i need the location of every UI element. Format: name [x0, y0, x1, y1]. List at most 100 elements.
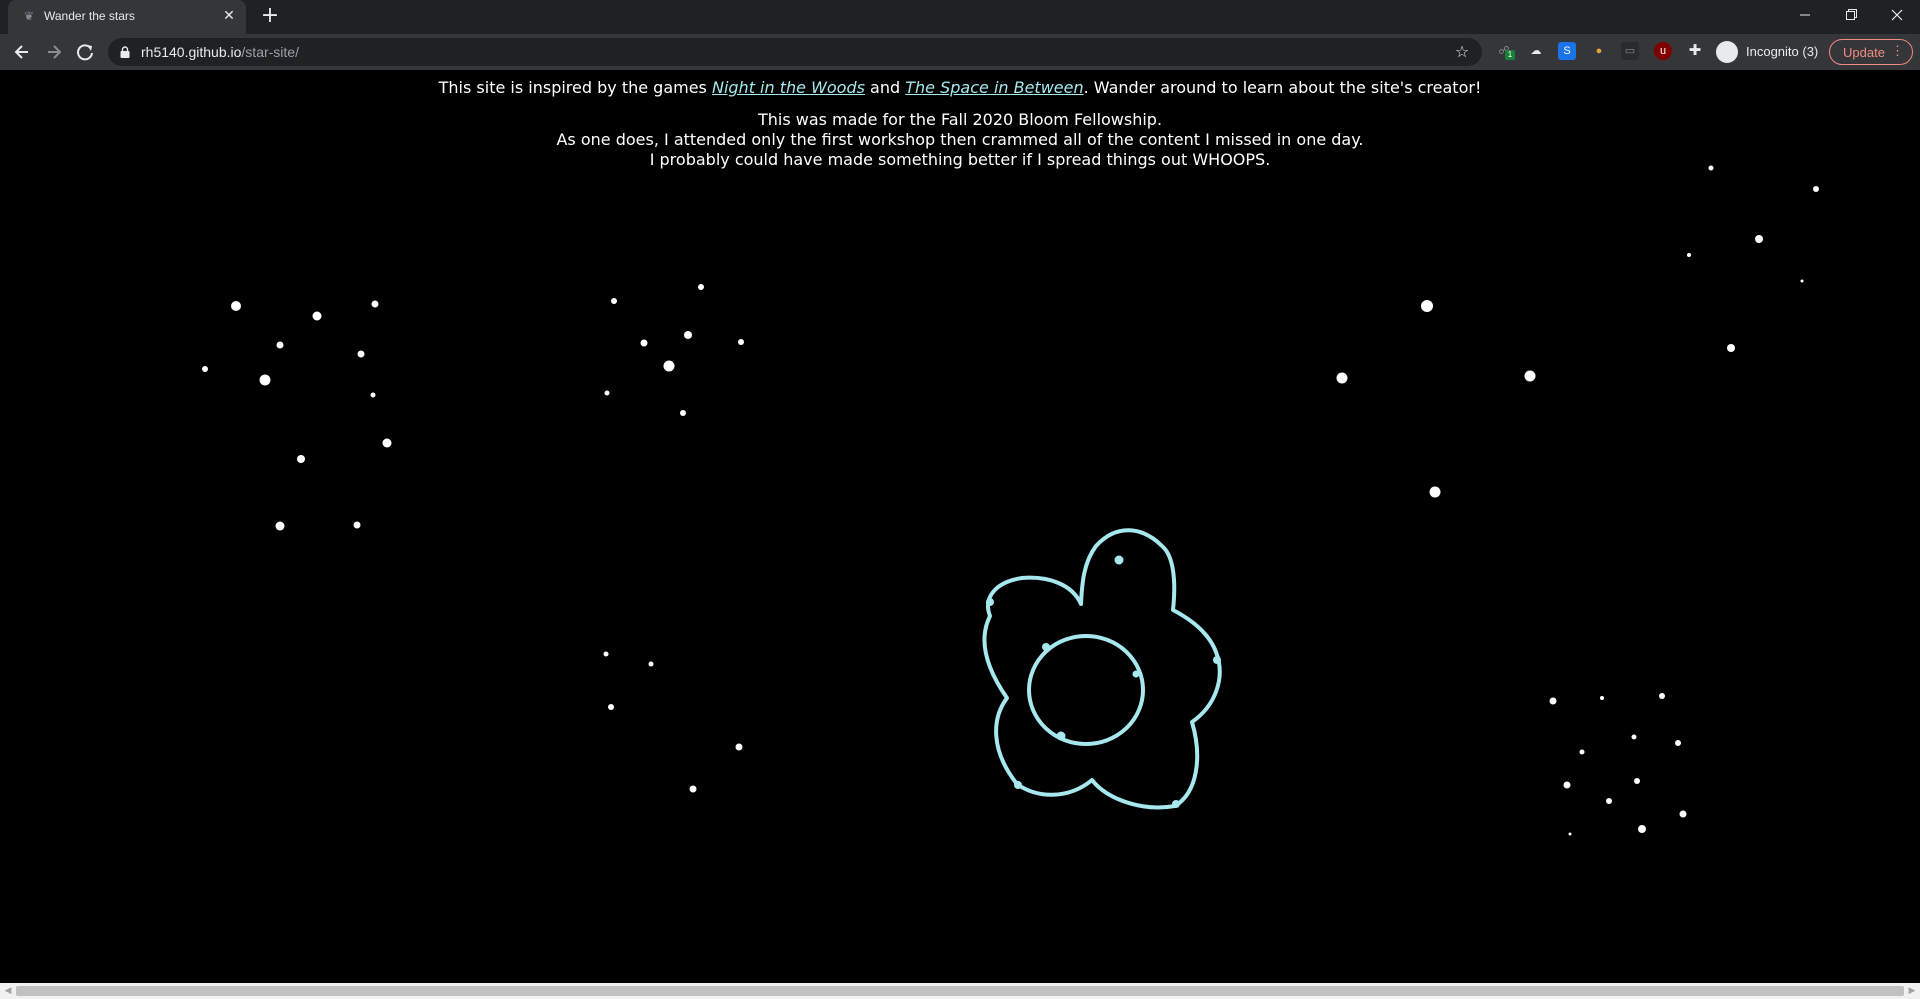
- star[interactable]: [371, 300, 379, 308]
- star[interactable]: [1679, 810, 1687, 818]
- star[interactable]: [1600, 696, 1604, 700]
- lock-icon: [120, 46, 130, 58]
- star[interactable]: [1631, 734, 1637, 740]
- night-in-the-woods-link[interactable]: Night in the Woods: [712, 78, 865, 97]
- star-cluster-1[interactable]: [202, 300, 392, 531]
- star[interactable]: [1675, 740, 1681, 746]
- close-window-button[interactable]: [1874, 0, 1920, 30]
- extension-ublock-icon[interactable]: u: [1654, 42, 1672, 60]
- scroll-right-icon[interactable]: ▶: [1906, 985, 1918, 997]
- star[interactable]: [1634, 778, 1640, 784]
- star[interactable]: [1014, 781, 1022, 789]
- star[interactable]: [297, 455, 305, 463]
- horizontal-scrollbar[interactable]: ◀ ▶: [0, 983, 1920, 999]
- star[interactable]: [986, 598, 994, 606]
- star[interactable]: [1336, 372, 1348, 384]
- extension-s-icon[interactable]: S: [1558, 42, 1576, 60]
- star[interactable]: [698, 284, 704, 290]
- restore-icon: [1846, 9, 1857, 20]
- star[interactable]: [370, 392, 376, 398]
- star[interactable]: [1687, 253, 1691, 257]
- restore-button[interactable]: [1828, 0, 1874, 30]
- star[interactable]: [1042, 643, 1050, 651]
- update-label: Update: [1843, 45, 1885, 60]
- star[interactable]: [1727, 344, 1735, 352]
- star[interactable]: [640, 339, 648, 347]
- star[interactable]: [1563, 781, 1571, 789]
- url-host: rh5140.github.io: [141, 44, 242, 60]
- extension-notes-icon[interactable]: ☍ 1: [1495, 42, 1515, 60]
- star[interactable]: [1800, 279, 1804, 283]
- star[interactable]: [276, 341, 284, 349]
- new-tab-button[interactable]: +: [258, 5, 282, 29]
- star[interactable]: [604, 390, 610, 396]
- extension-terminal-icon[interactable]: ▭: [1621, 42, 1639, 60]
- star[interactable]: [1638, 825, 1646, 833]
- star[interactable]: [1813, 186, 1819, 192]
- star[interactable]: [1056, 731, 1066, 741]
- more-menu-icon[interactable]: ⋮: [1891, 43, 1904, 59]
- star[interactable]: [1429, 486, 1441, 498]
- star[interactable]: [648, 661, 654, 667]
- star-cluster-5[interactable]: [603, 651, 743, 793]
- star[interactable]: [1421, 300, 1433, 312]
- star[interactable]: [1524, 370, 1536, 382]
- star[interactable]: [663, 360, 675, 372]
- star[interactable]: [202, 366, 208, 372]
- star-cluster-4[interactable]: [1687, 165, 1819, 353]
- minimize-button[interactable]: [1782, 0, 1828, 30]
- forward-button[interactable]: [40, 38, 68, 66]
- star[interactable]: [1172, 800, 1180, 808]
- star[interactable]: [684, 331, 692, 339]
- back-button[interactable]: [8, 38, 36, 66]
- star-cluster-3[interactable]: [1336, 300, 1536, 498]
- reload-button[interactable]: [71, 38, 99, 66]
- star[interactable]: [231, 301, 241, 311]
- star[interactable]: [1549, 697, 1557, 705]
- star[interactable]: [611, 298, 617, 304]
- star[interactable]: [689, 785, 697, 793]
- browser-tab[interactable]: ❦ Wander the stars ✕: [8, 0, 246, 34]
- profile-label: Incognito (3): [1746, 44, 1819, 59]
- star[interactable]: [738, 339, 744, 345]
- star-field: [202, 165, 1819, 836]
- extensions-puzzle-icon[interactable]: ✚: [1686, 42, 1704, 60]
- flower-constellation[interactable]: [982, 528, 1222, 810]
- star[interactable]: [1132, 670, 1140, 678]
- url-path: /star-site/: [241, 44, 299, 60]
- scroll-thumb[interactable]: [16, 986, 1904, 996]
- star[interactable]: [275, 521, 285, 531]
- star[interactable]: [1114, 555, 1124, 565]
- intro-after: . Wander around to learn about the site'…: [1083, 78, 1482, 97]
- star[interactable]: [608, 704, 614, 710]
- star[interactable]: [312, 311, 322, 321]
- url-text: rh5140.github.io/star-site/: [141, 44, 299, 60]
- arrow-left-icon: [14, 45, 28, 59]
- space-in-between-link[interactable]: The Space in Between: [905, 78, 1083, 97]
- star[interactable]: [1568, 832, 1572, 836]
- star[interactable]: [1579, 749, 1585, 755]
- fellowship-note: This was made for the Fall 2020 Bloom Fe…: [0, 110, 1920, 170]
- star[interactable]: [603, 651, 609, 657]
- extension-cookie-icon[interactable]: ●: [1590, 42, 1608, 60]
- address-bar[interactable]: rh5140.github.io/star-site/ ☆: [108, 38, 1482, 66]
- star[interactable]: [357, 350, 365, 358]
- star[interactable]: [735, 743, 743, 751]
- star-cluster-6[interactable]: [1549, 693, 1687, 836]
- star-cluster-2[interactable]: [604, 284, 745, 416]
- star[interactable]: [1755, 235, 1763, 243]
- star[interactable]: [259, 374, 271, 386]
- star[interactable]: [382, 438, 392, 448]
- scroll-left-icon[interactable]: ◀: [2, 985, 14, 997]
- update-button[interactable]: Update ⋮: [1829, 39, 1913, 65]
- extension-cloud-icon[interactable]: ☁: [1527, 42, 1545, 60]
- star[interactable]: [680, 410, 686, 416]
- star[interactable]: [1659, 693, 1665, 699]
- star[interactable]: [1213, 656, 1221, 664]
- bookmark-star-icon[interactable]: ☆: [1452, 42, 1472, 62]
- arrow-right-icon: [48, 45, 62, 59]
- close-tab-icon[interactable]: ✕: [220, 7, 238, 25]
- star[interactable]: [1606, 798, 1612, 804]
- extension-badge: 1: [1505, 50, 1515, 60]
- star[interactable]: [353, 521, 361, 529]
